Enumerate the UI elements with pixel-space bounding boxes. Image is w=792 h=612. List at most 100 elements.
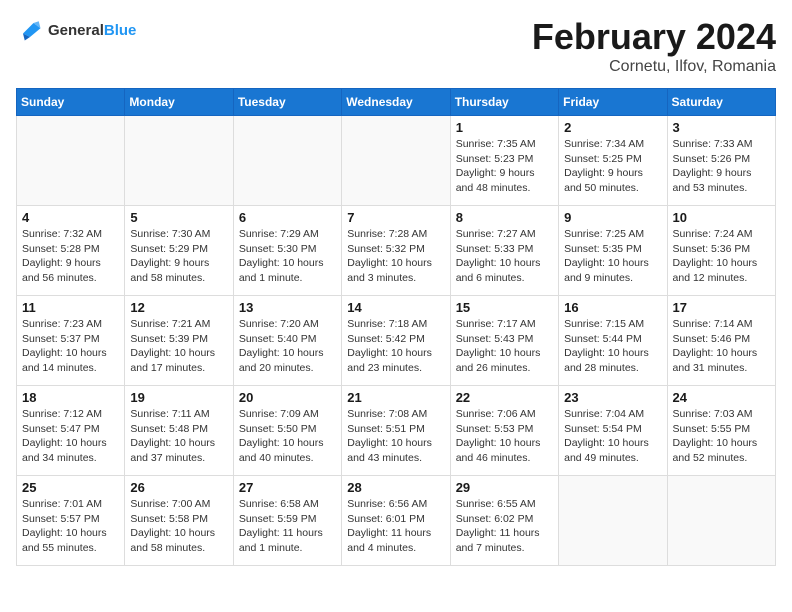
day-number: 23 (564, 390, 661, 405)
day-info: Sunrise: 7:30 AM Sunset: 5:29 PM Dayligh… (130, 227, 227, 286)
logo: GeneralBlue (16, 16, 136, 44)
day-info: Sunrise: 7:17 AM Sunset: 5:43 PM Dayligh… (456, 317, 553, 376)
calendar-cell: 3 Sunrise: 7:33 AM Sunset: 5:26 PM Daylig… (667, 116, 775, 206)
day-number: 20 (239, 390, 336, 405)
title-area: February 2024 Cornetu, Ilfov, Romania (532, 16, 776, 76)
weekday-header-row: SundayMondayTuesdayWednesdayThursdayFrid… (17, 89, 776, 116)
calendar-cell: 14 Sunrise: 7:18 AM Sunset: 5:42 PM Dayli… (342, 296, 450, 386)
day-number: 25 (22, 480, 119, 495)
day-number: 28 (347, 480, 444, 495)
day-number: 3 (673, 120, 770, 135)
day-info: Sunrise: 7:29 AM Sunset: 5:30 PM Dayligh… (239, 227, 336, 286)
day-info: Sunrise: 7:01 AM Sunset: 5:57 PM Dayligh… (22, 497, 119, 556)
day-number: 13 (239, 300, 336, 315)
day-info: Sunrise: 6:55 AM Sunset: 6:02 PM Dayligh… (456, 497, 553, 556)
day-info: Sunrise: 7:35 AM Sunset: 5:23 PM Dayligh… (456, 137, 553, 196)
logo-icon (16, 16, 44, 44)
calendar-cell: 21 Sunrise: 7:08 AM Sunset: 5:51 PM Dayli… (342, 386, 450, 476)
day-info: Sunrise: 6:58 AM Sunset: 5:59 PM Dayligh… (239, 497, 336, 556)
day-info: Sunrise: 7:11 AM Sunset: 5:48 PM Dayligh… (130, 407, 227, 466)
calendar-cell: 4 Sunrise: 7:32 AM Sunset: 5:28 PM Daylig… (17, 206, 125, 296)
day-number: 6 (239, 210, 336, 225)
day-number: 7 (347, 210, 444, 225)
month-title: February 2024 (532, 16, 776, 58)
weekday-header-cell: Monday (125, 89, 233, 116)
day-number: 4 (22, 210, 119, 225)
day-number: 18 (22, 390, 119, 405)
day-info: Sunrise: 7:04 AM Sunset: 5:54 PM Dayligh… (564, 407, 661, 466)
calendar-cell: 26 Sunrise: 7:00 AM Sunset: 5:58 PM Dayli… (125, 476, 233, 566)
day-info: Sunrise: 7:33 AM Sunset: 5:26 PM Dayligh… (673, 137, 770, 196)
calendar-cell: 5 Sunrise: 7:30 AM Sunset: 5:29 PM Daylig… (125, 206, 233, 296)
day-info: Sunrise: 7:25 AM Sunset: 5:35 PM Dayligh… (564, 227, 661, 286)
day-number: 11 (22, 300, 119, 315)
weekday-header-cell: Thursday (450, 89, 558, 116)
calendar-cell (125, 116, 233, 206)
calendar-cell (559, 476, 667, 566)
day-info: Sunrise: 7:15 AM Sunset: 5:44 PM Dayligh… (564, 317, 661, 376)
day-info: Sunrise: 7:18 AM Sunset: 5:42 PM Dayligh… (347, 317, 444, 376)
weekday-header-cell: Friday (559, 89, 667, 116)
day-info: Sunrise: 7:20 AM Sunset: 5:40 PM Dayligh… (239, 317, 336, 376)
day-number: 19 (130, 390, 227, 405)
calendar-cell (233, 116, 341, 206)
calendar-cell: 22Sunrise: 7:06 AM Sunset: 5:53 PM Dayli… (450, 386, 558, 476)
calendar-cell: 13 Sunrise: 7:20 AM Sunset: 5:40 PM Dayli… (233, 296, 341, 386)
calendar-cell: 17Sunrise: 7:14 AM Sunset: 5:46 PM Dayli… (667, 296, 775, 386)
day-info: Sunrise: 7:00 AM Sunset: 5:58 PM Dayligh… (130, 497, 227, 556)
calendar-cell: 8 Sunrise: 7:27 AM Sunset: 5:33 PM Daylig… (450, 206, 558, 296)
calendar-week-row: 11Sunrise: 7:23 AM Sunset: 5:37 PM Dayli… (17, 296, 776, 386)
day-number: 21 (347, 390, 444, 405)
calendar-cell: 18 Sunrise: 7:12 AM Sunset: 5:47 PM Dayli… (17, 386, 125, 476)
day-info: Sunrise: 7:24 AM Sunset: 5:36 PM Dayligh… (673, 227, 770, 286)
calendar-week-row: 1Sunrise: 7:35 AM Sunset: 5:23 PM Daylig… (17, 116, 776, 206)
weekday-header-cell: Tuesday (233, 89, 341, 116)
day-number: 2 (564, 120, 661, 135)
calendar-cell: 11Sunrise: 7:23 AM Sunset: 5:37 PM Dayli… (17, 296, 125, 386)
calendar-cell: 27 Sunrise: 6:58 AM Sunset: 5:59 PM Dayli… (233, 476, 341, 566)
logo-text: GeneralBlue (48, 22, 136, 39)
calendar-cell: 16 Sunrise: 7:15 AM Sunset: 5:44 PM Dayli… (559, 296, 667, 386)
day-info: Sunrise: 7:28 AM Sunset: 5:32 PM Dayligh… (347, 227, 444, 286)
calendar-cell: 1Sunrise: 7:35 AM Sunset: 5:23 PM Daylig… (450, 116, 558, 206)
calendar-cell: 10 Sunrise: 7:24 AM Sunset: 5:36 PM Dayli… (667, 206, 775, 296)
calendar-week-row: 18 Sunrise: 7:12 AM Sunset: 5:47 PM Dayli… (17, 386, 776, 476)
day-number: 29 (456, 480, 553, 495)
day-number: 26 (130, 480, 227, 495)
day-number: 15 (456, 300, 553, 315)
day-number: 9 (564, 210, 661, 225)
weekday-header-cell: Sunday (17, 89, 125, 116)
day-number: 14 (347, 300, 444, 315)
calendar-cell: 25 Sunrise: 7:01 AM Sunset: 5:57 PM Dayli… (17, 476, 125, 566)
day-number: 27 (239, 480, 336, 495)
calendar-cell: 23 Sunrise: 7:04 AM Sunset: 5:54 PM Dayli… (559, 386, 667, 476)
day-info: Sunrise: 7:27 AM Sunset: 5:33 PM Dayligh… (456, 227, 553, 286)
day-number: 10 (673, 210, 770, 225)
calendar-cell: 20Sunrise: 7:09 AM Sunset: 5:50 PM Dayli… (233, 386, 341, 476)
calendar-cell (667, 476, 775, 566)
calendar-cell: 6 Sunrise: 7:29 AM Sunset: 5:30 PM Daylig… (233, 206, 341, 296)
calendar-cell: 24Sunrise: 7:03 AM Sunset: 5:55 PM Dayli… (667, 386, 775, 476)
calendar-cell (17, 116, 125, 206)
calendar-cell: 15 Sunrise: 7:17 AM Sunset: 5:43 PM Dayli… (450, 296, 558, 386)
weekday-header-cell: Saturday (667, 89, 775, 116)
calendar-table: SundayMondayTuesdayWednesdayThursdayFrid… (16, 88, 776, 566)
day-info: Sunrise: 7:08 AM Sunset: 5:51 PM Dayligh… (347, 407, 444, 466)
calendar-cell (342, 116, 450, 206)
location-title: Cornetu, Ilfov, Romania (532, 58, 776, 76)
day-info: Sunrise: 7:03 AM Sunset: 5:55 PM Dayligh… (673, 407, 770, 466)
day-number: 8 (456, 210, 553, 225)
page-header: GeneralBlue February 2024 Cornetu, Ilfov… (16, 16, 776, 76)
day-number: 17 (673, 300, 770, 315)
day-info: Sunrise: 7:06 AM Sunset: 5:53 PM Dayligh… (456, 407, 553, 466)
day-info: Sunrise: 7:12 AM Sunset: 5:47 PM Dayligh… (22, 407, 119, 466)
day-number: 16 (564, 300, 661, 315)
day-number: 5 (130, 210, 227, 225)
day-info: Sunrise: 7:21 AM Sunset: 5:39 PM Dayligh… (130, 317, 227, 376)
calendar-week-row: 25 Sunrise: 7:01 AM Sunset: 5:57 PM Dayli… (17, 476, 776, 566)
day-info: Sunrise: 7:34 AM Sunset: 5:25 PM Dayligh… (564, 137, 661, 196)
day-info: Sunrise: 7:32 AM Sunset: 5:28 PM Dayligh… (22, 227, 119, 286)
calendar-cell: 19 Sunrise: 7:11 AM Sunset: 5:48 PM Dayli… (125, 386, 233, 476)
calendar-cell: 2 Sunrise: 7:34 AM Sunset: 5:25 PM Daylig… (559, 116, 667, 206)
day-number: 12 (130, 300, 227, 315)
